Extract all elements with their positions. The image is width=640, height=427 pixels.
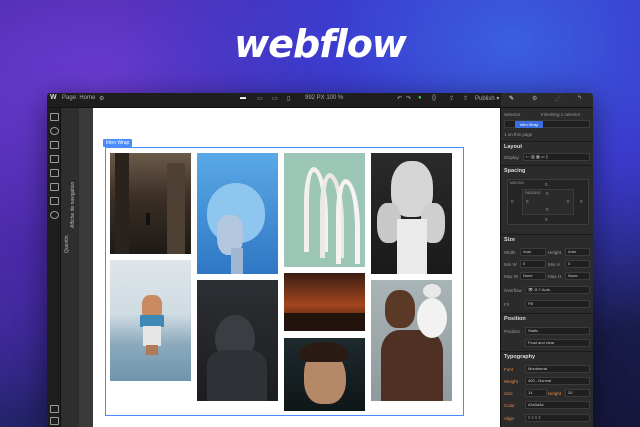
navigator-panel: Quentin Affiche de navigation [61, 108, 78, 427]
publish-button[interactable]: Publish ▾ [475, 95, 499, 102]
position-section-title[interactable]: Position [504, 316, 526, 322]
help-icon[interactable] [50, 405, 59, 413]
selector-info: Inheriting 1 selector [541, 112, 581, 117]
style-panel: Selector Inheriting 1 selector Intro Wra… [500, 108, 593, 427]
share-icon[interactable]: ⇧ [463, 95, 468, 102]
align-label: Align [504, 416, 515, 421]
add-panel-icon[interactable] [50, 113, 59, 121]
height-label: Height [548, 250, 562, 255]
height-field[interactable]: Auto [565, 248, 590, 256]
status-check-icon[interactable]: ● [418, 95, 422, 101]
min-height-field[interactable]: 0 [565, 260, 590, 268]
overflow-label: Overflow [504, 288, 522, 293]
photo-city-street[interactable] [110, 153, 191, 254]
max-height-field[interactable]: None [565, 272, 590, 280]
lightning-icon[interactable]: ϟ [578, 95, 581, 101]
settings-icon[interactable] [50, 211, 59, 219]
min-width-label: Min W [504, 262, 517, 267]
class-chip[interactable]: Intro Wrap [515, 121, 543, 128]
designer-window: W Page: Home ⚙ ▬ ▭ ▭ ▯ 992 PX 100 % ↶ ↷ … [47, 93, 593, 427]
position-select[interactable]: Static [525, 327, 590, 335]
photo-desert-sunset[interactable] [284, 273, 365, 331]
navigator-label-1[interactable]: Quentin [64, 235, 70, 253]
tablet-breakpoint-icon[interactable]: ▭ [257, 95, 263, 102]
max-width-label: Max W [504, 274, 518, 279]
font-select[interactable]: Montserrat [525, 365, 590, 373]
min-width-field[interactable]: 0 [520, 260, 546, 268]
element-label[interactable]: Intro Wrap [103, 139, 133, 147]
position-label: Position [504, 329, 521, 334]
navigator-label-2[interactable]: Affiche de navigation [70, 182, 76, 228]
display-options[interactable]: ▪ ▫ ▥ ▦ ▭ ▯ [523, 153, 590, 161]
mobile-portrait-icon[interactable]: ▯ [287, 95, 290, 102]
color-label: Color [504, 403, 515, 408]
photo-blue-hair-woman[interactable] [197, 153, 278, 274]
webflow-logo: webflow [234, 22, 407, 66]
video-icon[interactable] [50, 417, 59, 425]
fit-select[interactable]: Fill [525, 300, 590, 308]
photo-man-in-sea[interactable] [110, 260, 191, 381]
spacing-section-title[interactable]: Spacing [504, 168, 525, 174]
style-panel-tab-icon[interactable]: ✎ [509, 95, 514, 102]
font-size-field[interactable]: 14 [525, 389, 547, 397]
weight-label: Weight [504, 379, 518, 384]
pages-icon[interactable] [50, 155, 59, 163]
selector-label: Selector [504, 112, 521, 117]
typography-section-title[interactable]: Typography [504, 354, 535, 360]
photo-man-with-flowers[interactable] [371, 280, 452, 401]
code-icon[interactable]: {} [432, 95, 436, 101]
left-toolbar [47, 108, 61, 427]
align-options[interactable]: ≡ ≡ ≡ ≡ [525, 414, 590, 422]
assets-icon[interactable] [50, 197, 59, 205]
on-page-count: 1 on this page [504, 132, 533, 137]
width-field[interactable]: Auto [520, 248, 546, 256]
mobile-landscape-icon[interactable]: ▭ [272, 95, 278, 102]
top-toolbar: W Page: Home ⚙ ▬ ▭ ▭ ▯ 992 PX 100 % ↶ ↷ … [47, 93, 593, 108]
font-size-label: Size [504, 391, 513, 396]
navigator-icon[interactable] [50, 141, 59, 149]
photo-white-flamingos[interactable] [284, 153, 365, 267]
page-body: Intro Wrap [93, 108, 505, 427]
photo-dark-figure[interactable] [197, 280, 278, 401]
desktop-breakpoint-icon[interactable]: ▬ [240, 95, 246, 101]
display-label: Display [504, 155, 519, 160]
page-selector[interactable]: Page: Home [62, 95, 95, 101]
fit-label: Fit [504, 302, 509, 307]
width-label: Width [504, 250, 516, 255]
canvas-dimensions: 992 PX 100 % [305, 95, 344, 101]
gear-icon[interactable]: ⚙ [99, 95, 104, 102]
layout-section-title[interactable]: Layout [504, 144, 522, 150]
overflow-options[interactable]: 👁 ⊘ ≡ Auto [525, 286, 590, 294]
color-field[interactable]: #3a3a3a [525, 401, 590, 409]
photo-man-profile[interactable] [284, 338, 365, 411]
photo-bw-portrait-hands[interactable] [371, 153, 452, 274]
undo-icon[interactable]: ↶ [397, 95, 402, 102]
webflow-w-icon[interactable]: W [50, 94, 57, 101]
line-height-label: Height [548, 391, 562, 396]
weight-select[interactable]: 400 - Normal [525, 377, 590, 385]
export-icon[interactable]: ⇪ [449, 95, 454, 102]
font-label: Font [504, 367, 514, 372]
symbols-icon[interactable] [50, 127, 59, 135]
redo-icon[interactable]: ↷ [406, 95, 411, 102]
max-height-label: Max H [548, 274, 562, 279]
interactions-tab-icon[interactable]: ⋰ [555, 95, 561, 102]
max-width-field[interactable]: None [520, 272, 546, 280]
line-height-field[interactable]: 20 [565, 389, 590, 397]
min-height-label: Min H [548, 262, 560, 267]
ecommerce-icon[interactable] [50, 183, 59, 191]
cms-icon[interactable] [50, 169, 59, 177]
float-clear-button[interactable]: Float and clear [525, 339, 590, 347]
design-canvas: Intro Wrap [79, 108, 518, 427]
spacing-box[interactable]: MARGIN 0 0 0 0 PADDING 0 0 0 0 [507, 179, 589, 225]
settings-tab-icon[interactable]: ⚙ [532, 95, 537, 102]
size-section-title[interactable]: Size [504, 237, 515, 243]
